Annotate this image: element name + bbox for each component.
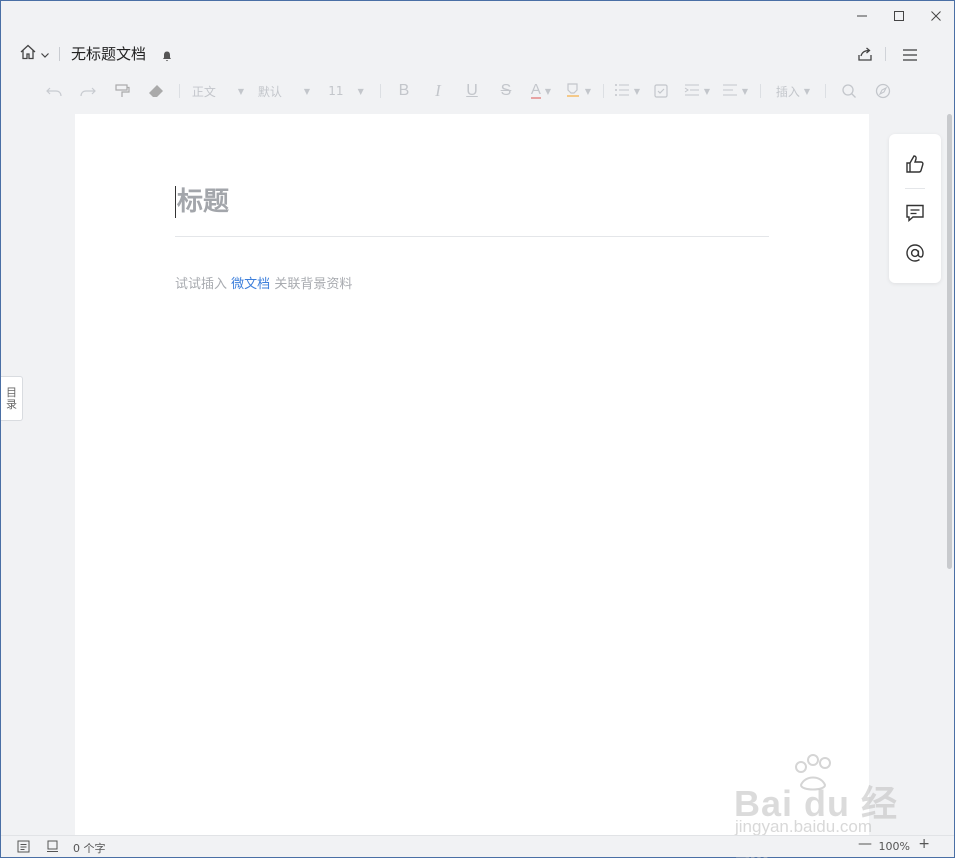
style-label: 正文 — [191, 84, 216, 99]
scrollbar-thumb[interactable] — [947, 114, 952, 569]
indent-button[interactable]: ▼ — [678, 79, 716, 103]
page-view-icon[interactable] — [46, 840, 59, 856]
font-color-button[interactable]: A ▼ — [523, 79, 559, 103]
format-painter-icon[interactable] — [105, 79, 139, 103]
thumbs-up-icon[interactable] — [903, 152, 927, 176]
bullet-list-button[interactable]: ▼ — [610, 79, 644, 103]
bold-button[interactable]: B — [387, 79, 421, 103]
insert-menu[interactable]: 插入 ▼ — [767, 79, 819, 103]
zoom-level[interactable]: 100% — [879, 840, 910, 853]
maximize-icon[interactable] — [885, 2, 913, 30]
floating-action-panel — [889, 134, 941, 283]
divider — [905, 188, 925, 189]
divider — [59, 47, 60, 61]
caret-icon: ▼ — [544, 86, 552, 96]
undo-icon[interactable] — [37, 79, 71, 103]
toc-toggle-tab[interactable]: 目 录 — [1, 376, 23, 421]
document-page[interactable]: 标题 试试插入 微文档 关联背景资料 — [75, 114, 869, 836]
chevron-down-icon — [40, 45, 50, 64]
home-button[interactable] — [19, 43, 50, 65]
hint-prefix: 试试插入 — [175, 277, 228, 292]
compass-icon[interactable] — [866, 79, 900, 103]
caret-icon: ▼ — [357, 86, 364, 96]
close-icon[interactable] — [922, 2, 950, 30]
caret-icon: ▼ — [703, 86, 711, 96]
font-select[interactable]: 默认 ▼ — [250, 79, 318, 103]
highlight-button[interactable]: ▼ — [559, 79, 597, 103]
word-count: 0 个字 — [73, 842, 106, 855]
align-icon — [722, 83, 738, 100]
divider — [380, 84, 381, 98]
document-title[interactable]: 无标题文档 — [71, 43, 146, 64]
bell-icon[interactable] — [161, 47, 173, 66]
divider — [885, 47, 886, 61]
font-label: 默认 — [257, 84, 282, 99]
zoom-out-icon[interactable]: — — [858, 836, 872, 852]
divider — [760, 84, 761, 98]
size-label: 11 — [328, 84, 344, 98]
redo-icon[interactable] — [71, 79, 105, 103]
menu-icon[interactable] — [902, 47, 918, 66]
paragraph-style-select[interactable]: 正文 ▼ — [186, 79, 250, 103]
eraser-icon[interactable] — [139, 79, 173, 103]
divider — [603, 84, 604, 98]
list-icon — [614, 83, 630, 100]
checkbox-icon[interactable] — [644, 79, 678, 103]
mention-icon[interactable] — [903, 241, 927, 265]
align-button[interactable]: ▼ — [716, 79, 754, 103]
caret-icon: ▼ — [741, 86, 749, 96]
insert-hint: 试试插入 微文档 关联背景资料 — [175, 273, 352, 292]
insert-label: 插入 — [775, 84, 800, 99]
underline-button[interactable]: U — [455, 79, 489, 103]
caret-icon: ▼ — [303, 86, 311, 96]
caret-icon: ▼ — [633, 86, 641, 96]
window-controls — [844, 1, 954, 31]
comment-icon[interactable] — [903, 201, 927, 225]
minimize-icon[interactable] — [848, 2, 876, 30]
format-toolbar: 正文 ▼ 默认 ▼ 11 ▼ B I U S A ▼ ▼ ▼ ▼ ▼ 插入 ▼ — [37, 79, 914, 103]
micro-doc-link[interactable]: 微文档 — [231, 277, 270, 292]
highlighter-icon — [565, 82, 581, 101]
outline-view-icon[interactable] — [17, 840, 30, 856]
document-header: 无标题文档 — [1, 37, 954, 71]
share-icon[interactable] — [856, 45, 874, 67]
caret-icon: ▼ — [584, 86, 592, 96]
toc-char-2: 录 — [6, 397, 17, 411]
strikethrough-button[interactable]: S — [489, 79, 523, 103]
title-divider — [175, 236, 769, 237]
zoom-in-icon[interactable]: + — [918, 836, 930, 852]
caret-icon: ▼ — [803, 86, 811, 96]
home-icon — [19, 43, 37, 65]
font-size-select[interactable]: 11 ▼ — [318, 79, 374, 103]
toc-char-1: 目 — [6, 385, 17, 399]
title-placeholder[interactable]: 标题 — [175, 186, 229, 218]
search-icon[interactable] — [832, 79, 866, 103]
italic-button[interactable]: I — [421, 79, 455, 103]
font-color-label: A — [530, 81, 541, 99]
divider — [825, 84, 826, 98]
indent-icon — [684, 83, 700, 100]
caret-icon: ▼ — [237, 86, 245, 96]
status-bar: 0 个字 — 100% + — [1, 835, 954, 857]
divider — [179, 84, 180, 98]
hint-suffix: 关联背景资料 — [274, 277, 353, 292]
vertical-scrollbar[interactable] — [944, 114, 954, 836]
